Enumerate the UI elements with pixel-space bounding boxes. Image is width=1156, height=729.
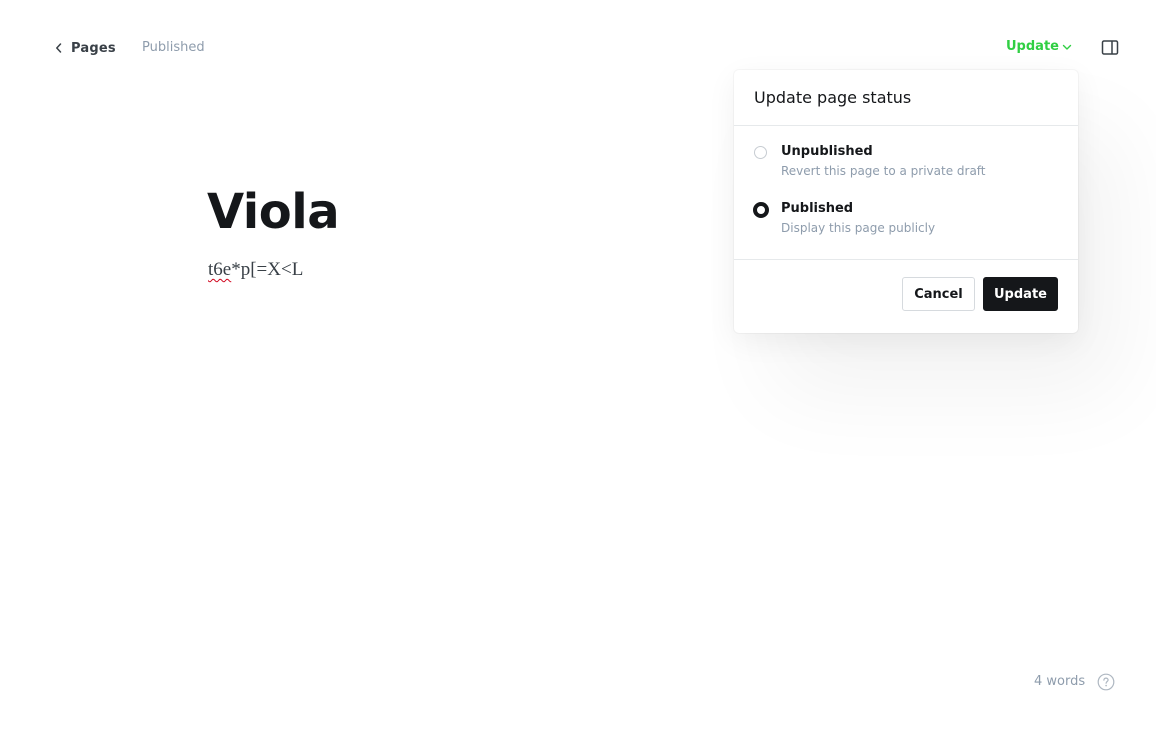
unpublished-radio[interactable] [754,146,767,159]
chevron-left-icon [56,43,62,53]
option-label: Published [781,201,854,216]
option-text: Unpublished Revert this page to a privat… [781,144,986,178]
option-description: Revert this page to a private draft [781,164,986,178]
post-body-text: *p[=X<L [231,259,304,280]
option-label: Unpublished [781,144,873,159]
word-count: 4 words [1034,674,1086,689]
published-radio[interactable] [753,202,769,218]
post-body-editor[interactable]: t6e*p[=X<L [208,259,303,281]
post-title[interactable]: Viola [207,183,340,241]
option-text: Published Display this page publicly [781,201,935,235]
option-unpublished[interactable]: Unpublished Revert this page to a privat… [754,144,1058,201]
popover-title: Update page status [734,70,1078,126]
chevron-down-icon [1062,44,1072,50]
page-status-text: Published [142,40,205,55]
back-link-label: Pages [71,40,116,56]
misspelled-word: t6e [208,259,232,280]
update-status-popover: Update page status Unpublished Revert th… [734,70,1078,333]
page-editor: Pages Published Update Viola t6e*p[=X<L … [0,0,1156,729]
sidebar-toggle-icon[interactable] [1101,39,1119,57]
update-button[interactable]: Update [983,277,1058,311]
cancel-button[interactable]: Cancel [902,277,975,311]
update-trigger-label: Update [1006,39,1059,54]
popover-actions: Cancel Update [734,260,1078,311]
update-dropdown-trigger[interactable]: Update [1006,39,1072,54]
back-to-pages-link[interactable]: Pages [55,38,116,58]
status-options: Unpublished Revert this page to a privat… [734,126,1078,260]
option-published[interactable]: Published Display this page publicly [753,201,1058,258]
question-circle-icon[interactable] [1097,673,1115,691]
option-description: Display this page publicly [781,221,936,235]
